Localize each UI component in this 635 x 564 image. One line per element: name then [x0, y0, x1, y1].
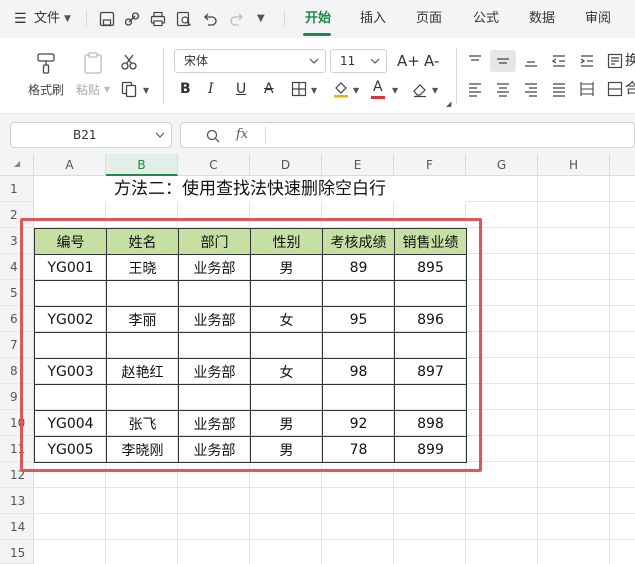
link-icon[interactable] [123, 10, 141, 28]
column-header-a[interactable]: A [34, 154, 106, 176]
paste-label[interactable]: 粘贴 [76, 81, 100, 98]
align-top-icon[interactable] [467, 53, 483, 69]
format-painter-icon[interactable] [34, 52, 58, 74]
formula-divider [265, 127, 266, 143]
undo-icon[interactable] [201, 10, 219, 28]
active-tab-indicator [303, 33, 331, 36]
column-header-overflow [610, 154, 635, 176]
copy-chevron-icon[interactable]: ▼ [143, 86, 149, 95]
chevron-down-icon [309, 58, 319, 64]
merge-cells-icon[interactable] [607, 81, 623, 97]
tab-page[interactable]: 页面 [416, 0, 442, 38]
highlight-box [20, 218, 482, 472]
name-box[interactable]: B21 [10, 122, 172, 148]
tab-formula[interactable]: 公式 [473, 0, 499, 38]
eraser-chevron-icon[interactable]: ▼ [432, 86, 438, 95]
gridline [34, 513, 635, 514]
increase-indent-icon[interactable] [579, 53, 595, 69]
ribbon-divider [163, 48, 164, 104]
chevron-down-icon [155, 132, 165, 138]
row-header-15[interactable]: 15 [0, 540, 34, 564]
ribbon-divider [456, 48, 457, 104]
strikethrough-button[interactable]: A [264, 80, 274, 98]
toolbar-divider [86, 11, 87, 27]
tab-review[interactable]: 审阅 [585, 0, 611, 38]
distributed-align-icon[interactable] [579, 81, 595, 97]
column-header-g[interactable]: G [466, 154, 538, 176]
format-painter-label[interactable]: 格式刷 [28, 81, 64, 98]
column-header-b[interactable]: B [106, 154, 178, 176]
font-color-swatch [371, 96, 385, 99]
decrease-indent-icon[interactable] [551, 53, 567, 69]
menu-bar: ☰ 文件 ▼ ▼ 开始 插入 页面 公式 数据 审阅 [0, 0, 635, 38]
column-header-e[interactable]: E [322, 154, 394, 176]
border-icon[interactable] [291, 81, 307, 97]
tab-insert[interactable]: 插入 [360, 0, 386, 38]
column-header-c[interactable]: C [178, 154, 250, 176]
align-middle-icon[interactable] [495, 53, 511, 69]
save-icon[interactable] [98, 10, 116, 28]
formula-input[interactable]: fx [180, 122, 635, 148]
align-left-icon[interactable] [467, 81, 483, 97]
increase-font-size-icon[interactable]: A+ [397, 52, 420, 70]
font-name-value: 宋体 [184, 54, 209, 68]
print-icon[interactable] [149, 10, 167, 28]
copy-icon[interactable] [120, 80, 138, 98]
file-menu-chevron-icon[interactable]: ▼ [64, 0, 71, 38]
name-box-value: B21 [73, 128, 97, 142]
bold-button[interactable]: B [180, 80, 191, 98]
sheet-title[interactable]: 方法二：使用查找法快速删除空白行 [34, 176, 466, 202]
menu-icon[interactable]: ☰ [14, 0, 27, 38]
font-size-value: 11 [340, 54, 356, 68]
column-header-h[interactable]: H [538, 154, 610, 176]
align-right-icon[interactable] [523, 81, 539, 97]
gridline [34, 487, 635, 488]
formula-bar: B21 fx [0, 114, 635, 154]
eraser-icon[interactable] [411, 80, 429, 98]
column-header-d[interactable]: D [250, 154, 322, 176]
underline-button[interactable]: U [236, 80, 246, 98]
row-header-13[interactable]: 13 [0, 488, 34, 514]
paste-icon[interactable] [81, 52, 105, 74]
select-all-corner[interactable]: ◢ [0, 154, 34, 176]
chevron-down-icon [370, 58, 380, 64]
justify-icon[interactable] [551, 81, 567, 97]
spreadsheet-grid[interactable]: ◢ A B C D E F G H 1 2 3 4 5 6 7 8 9 10 1… [0, 154, 635, 564]
gridline [34, 539, 635, 540]
decrease-font-size-icon[interactable]: A- [424, 52, 439, 70]
column-header-f[interactable]: F [394, 154, 466, 176]
font-color-icon[interactable]: A [373, 78, 383, 96]
paste-chevron-icon[interactable]: ▼ [104, 85, 110, 94]
print-preview-icon[interactable] [175, 10, 193, 28]
row-header-14[interactable]: 14 [0, 514, 34, 540]
gridline [609, 176, 610, 564]
file-menu[interactable]: 文件 [34, 0, 60, 38]
merge-cells-label[interactable]: 合 [625, 80, 635, 98]
gridline [537, 176, 538, 564]
wrap-text-label[interactable]: 换 [625, 52, 635, 70]
font-size-select[interactable]: 11 [330, 49, 387, 73]
toolbar-divider [284, 11, 285, 27]
fill-color-icon[interactable] [332, 80, 350, 98]
font-dialog-launcher-icon[interactable]: ◢ [446, 100, 451, 108]
align-center-icon[interactable] [495, 81, 511, 97]
fill-color-chevron-icon[interactable]: ▼ [353, 86, 359, 95]
wrap-text-icon[interactable] [607, 53, 623, 69]
tab-data[interactable]: 数据 [529, 0, 555, 38]
align-bottom-icon[interactable] [523, 53, 539, 69]
zoom-search-icon[interactable] [205, 128, 221, 144]
font-name-select[interactable]: 宋体 [174, 49, 326, 73]
redo-icon[interactable] [228, 10, 246, 28]
border-chevron-icon[interactable]: ▼ [311, 86, 317, 95]
italic-button[interactable]: I [208, 80, 214, 98]
fx-icon[interactable]: fx [236, 123, 248, 147]
row-header-1[interactable]: 1 [0, 176, 34, 202]
cut-icon[interactable] [120, 53, 138, 71]
quick-access-chevron-icon[interactable]: ▼ [257, 0, 265, 38]
font-color-chevron-icon[interactable]: ▼ [392, 86, 398, 95]
